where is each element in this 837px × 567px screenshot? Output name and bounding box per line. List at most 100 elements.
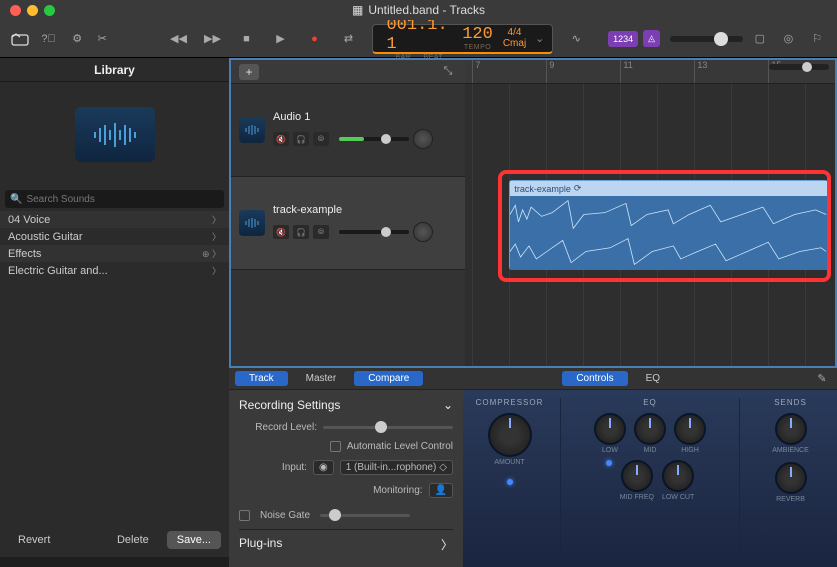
- monitoring-button[interactable]: 👤: [429, 483, 453, 498]
- zoom-slider[interactable]: [769, 64, 829, 70]
- zoom-window[interactable]: [44, 5, 55, 16]
- stop-button[interactable]: ■: [233, 27, 259, 51]
- settings-header: Recording Settings: [239, 398, 340, 412]
- library-item[interactable]: Effects⊕ 〉: [0, 245, 229, 262]
- smart-controls-panel: COMPRESSOR AMOUNT EQ LOW MID HIGH: [463, 390, 837, 567]
- window-title: ▦ Untitled.band - Tracks: [352, 3, 485, 17]
- library-toggle[interactable]: [8, 27, 32, 51]
- input-monitor-button[interactable]: ⦾: [313, 132, 329, 146]
- edit-icon[interactable]: ✎: [813, 367, 831, 391]
- close-window[interactable]: [10, 5, 21, 16]
- track-headers: Audio 1 🔇 🎧 ⦾ track-example: [231, 84, 465, 366]
- metronome-button[interactable]: ◬: [643, 30, 660, 47]
- delete-button[interactable]: Delete: [107, 531, 159, 549]
- input-select[interactable]: 1 (Built-in...rophone)◇: [340, 460, 453, 475]
- library-item[interactable]: 04 Voice〉: [0, 211, 229, 228]
- chevron-right-icon: 〉: [212, 213, 221, 226]
- pan-knob[interactable]: [413, 222, 433, 242]
- waveform-icon: [75, 107, 155, 162]
- loop-browser-icon[interactable]: ◎: [777, 27, 801, 51]
- eq-label: EQ: [573, 398, 727, 407]
- mute-button[interactable]: 🔇: [273, 132, 289, 146]
- title-text: Untitled.band - Tracks: [368, 3, 485, 17]
- library-sidebar: Library 🔍 Search Sounds 04 Voice〉 Acoust…: [0, 58, 229, 368]
- chevron-right-icon[interactable]: 〉: [441, 536, 453, 553]
- eq-high-knob[interactable]: [674, 413, 706, 445]
- revert-button[interactable]: Revert: [8, 531, 60, 549]
- tab-controls[interactable]: Controls: [562, 371, 627, 386]
- library-item[interactable]: Electric Guitar and...〉: [0, 262, 229, 279]
- pan-knob[interactable]: [413, 129, 433, 149]
- tuner-icon[interactable]: ∿: [564, 27, 588, 51]
- settings-gear-icon[interactable]: ⚙: [65, 27, 89, 51]
- auto-level-checkbox[interactable]: [330, 441, 341, 452]
- noise-gate-checkbox[interactable]: [239, 510, 250, 521]
- library-footer: Revert Delete Save...: [0, 368, 229, 557]
- volume-slider[interactable]: [339, 137, 409, 141]
- smart-controls-tabs: Track Master Compare Controls EQ ✎: [229, 368, 837, 390]
- noise-gate-slider[interactable]: [320, 514, 410, 517]
- add-track-button[interactable]: +: [239, 64, 259, 80]
- plugins-header: Plug-ins: [239, 536, 282, 553]
- track-name[interactable]: Audio 1: [273, 111, 457, 123]
- download-chevron-icon: ⊕ 〉: [202, 247, 221, 260]
- compressor-led[interactable]: [507, 479, 513, 485]
- tab-track[interactable]: Track: [235, 371, 288, 386]
- ambience-knob[interactable]: [775, 413, 807, 445]
- track-icon: [239, 117, 265, 143]
- timeline[interactable]: track-example⟳: [465, 84, 835, 366]
- catch-playhead-icon[interactable]: ⤡: [439, 60, 457, 84]
- track-header[interactable]: track-example 🔇 🎧 ⦾: [231, 177, 465, 270]
- noise-gate-label: Noise Gate: [260, 510, 310, 521]
- solo-button[interactable]: 🎧: [293, 225, 309, 239]
- forward-button[interactable]: ▶▶: [199, 27, 225, 51]
- chevron-right-icon: 〉: [212, 264, 221, 277]
- search-placeholder: Search Sounds: [26, 194, 94, 205]
- mute-button[interactable]: 🔇: [273, 225, 289, 239]
- input-monitor-button[interactable]: ⦾: [313, 225, 329, 239]
- timeline-ruler[interactable]: 7 9 11 13 15: [465, 60, 835, 83]
- cycle-button[interactable]: ⇄: [335, 27, 361, 51]
- compressor-knob[interactable]: [488, 413, 532, 457]
- record-level-slider[interactable]: [323, 426, 453, 429]
- solo-button[interactable]: 🎧: [293, 132, 309, 146]
- notepad-icon[interactable]: ▢: [748, 27, 772, 51]
- record-level-label: Record Level:: [255, 422, 317, 433]
- chevron-down-icon[interactable]: ⌄: [535, 32, 544, 45]
- master-volume-slider[interactable]: [670, 36, 743, 42]
- eq-mid-knob[interactable]: [634, 413, 666, 445]
- tab-compare[interactable]: Compare: [354, 371, 423, 386]
- eq-led[interactable]: [606, 460, 612, 466]
- transport-controls: ◀◀ ▶▶ ■ ▶ ● ⇄: [165, 27, 361, 51]
- audio-region[interactable]: track-example⟳: [509, 180, 827, 270]
- record-button[interactable]: ●: [301, 27, 327, 51]
- rewind-button[interactable]: ◀◀: [165, 27, 191, 51]
- lcd-display[interactable]: 001.1. 1BAR BEAT 120TEMPO 4/4Cmaj ⌄: [372, 24, 553, 54]
- compressor-label: COMPRESSOR: [471, 398, 548, 407]
- eq-midfreq-knob[interactable]: [621, 460, 653, 492]
- search-input[interactable]: 🔍 Search Sounds: [5, 190, 224, 208]
- play-button[interactable]: ▶: [267, 27, 293, 51]
- chevron-down-icon[interactable]: ⌄: [443, 398, 453, 412]
- eq-lowcut-knob[interactable]: [662, 460, 694, 492]
- tab-master[interactable]: Master: [292, 371, 351, 386]
- tab-eq[interactable]: EQ: [632, 371, 674, 386]
- quick-help[interactable]: ?⃝: [37, 27, 61, 51]
- save-button[interactable]: Save...: [167, 531, 221, 549]
- volume-slider[interactable]: [339, 230, 409, 234]
- media-browser-icon[interactable]: ⚐: [805, 27, 829, 51]
- minimize-window[interactable]: [27, 5, 38, 16]
- track-header[interactable]: Audio 1 🔇 🎧 ⦾: [231, 84, 465, 177]
- reverb-knob[interactable]: [775, 462, 807, 494]
- scissors-icon[interactable]: ✂: [94, 27, 110, 51]
- sends-label: SENDS: [752, 398, 829, 407]
- count-in-button[interactable]: 1234: [608, 31, 638, 47]
- track-name[interactable]: track-example: [273, 204, 457, 216]
- eq-low-knob[interactable]: [594, 413, 626, 445]
- library-item[interactable]: Acoustic Guitar〉: [0, 228, 229, 245]
- input-button-icon[interactable]: ◉: [313, 460, 334, 475]
- titlebar: ▦ Untitled.band - Tracks: [0, 0, 837, 20]
- library-patch-icon[interactable]: [0, 82, 229, 187]
- library-header: Library: [0, 58, 229, 82]
- main-area: Library 🔍 Search Sounds 04 Voice〉 Acoust…: [0, 58, 837, 368]
